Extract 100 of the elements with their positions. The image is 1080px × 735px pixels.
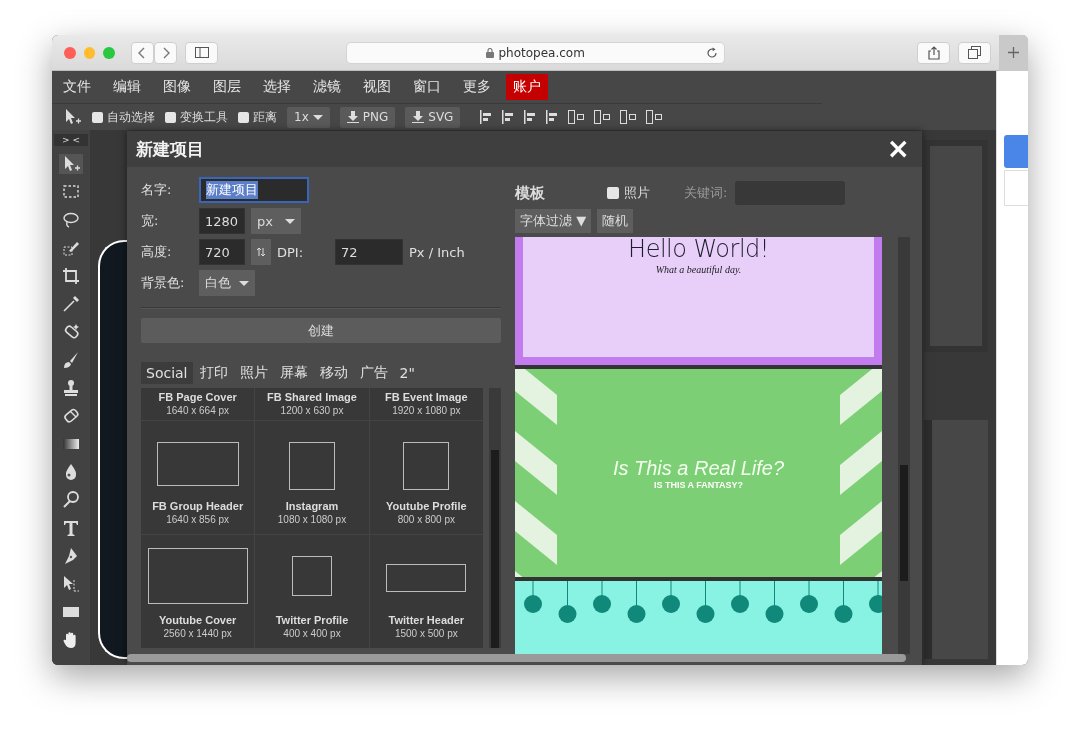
align-icon[interactable] <box>480 110 493 124</box>
preset-tile[interactable]: FB Shared Image 1200 x 630 px <box>255 388 369 420</box>
preset-tile[interactable]: FB Page Cover 1640 x 664 px <box>141 388 255 420</box>
vertical-scrollbar[interactable] <box>489 388 501 648</box>
preset-name: Twitter Profile <box>275 614 349 626</box>
font-filter-button[interactable]: 字体过滤 ▼ <box>515 209 592 233</box>
menu-item[interactable]: 滤镜 <box>306 74 348 100</box>
tabs-button[interactable] <box>958 41 991 64</box>
field-label: 背景色: <box>141 274 186 292</box>
category-tab[interactable]: 广告 <box>354 361 393 385</box>
dodge-tool-icon <box>61 490 81 510</box>
random-button[interactable]: 随机 <box>597 209 634 233</box>
share-icon <box>927 45 940 60</box>
preset-name: FB Group Header <box>152 500 244 512</box>
share-button[interactable] <box>917 41 951 64</box>
category-tab[interactable]: 照片 <box>234 361 273 385</box>
menu-item[interactable]: 编辑 <box>106 74 148 100</box>
category-tab[interactable]: 打印 <box>194 361 233 385</box>
url-text: photopea.com <box>498 45 585 60</box>
distribute-icon[interactable] <box>594 110 611 124</box>
create-button[interactable]: 创建 <box>141 318 501 343</box>
preset-size: 1080 x 1080 px <box>277 514 347 525</box>
preset-size: 1640 x 664 px <box>166 405 230 416</box>
unit-label: Px / Inch <box>409 244 465 260</box>
plus-icon <box>1008 47 1019 58</box>
unit-dropdown[interactable]: px <box>251 208 301 234</box>
download-icon <box>412 111 425 123</box>
category-tab[interactable]: 移动 <box>314 361 353 385</box>
preset-tile[interactable]: Twitter Profile 400 x 400 px <box>255 535 369 648</box>
zoom-dropdown[interactable]: 1x <box>287 106 330 128</box>
field-label: 名字: <box>141 181 173 199</box>
template-subtitle: IS THIS A FANTASY? <box>653 479 744 490</box>
close-button[interactable]: × <box>882 135 914 163</box>
chevron-left-icon <box>138 46 147 59</box>
category-tab[interactable]: Social <box>141 362 193 384</box>
preset-tile[interactable]: FB Group Header 1640 x 856 px <box>141 421 255 534</box>
template-card[interactable]: Hello World! What a beautiful day. <box>515 237 883 365</box>
path-select-tool-icon <box>61 574 81 594</box>
preset-size: 1200 x 630 px <box>280 405 344 416</box>
align-icon[interactable] <box>546 110 559 124</box>
dpi-input[interactable]: 72 <box>335 239 403 265</box>
category-tab[interactable]: 2" <box>394 362 420 384</box>
toolbar-checkbox[interactable]: 距离 <box>238 108 277 126</box>
preset-preview <box>292 556 332 596</box>
dialog-title: 新建项目 <box>136 137 204 161</box>
lasso-tool-icon <box>61 210 81 230</box>
menu-item[interactable]: 选择 <box>256 74 298 100</box>
align-icon[interactable] <box>524 110 537 124</box>
height-input[interactable]: 720 <box>199 239 245 265</box>
template-title: Hello World! <box>628 237 769 263</box>
preset-size: 1920 x 1080 px <box>392 405 461 416</box>
menu-item[interactable]: 视图 <box>356 74 398 100</box>
menu-item[interactable]: 账户 <box>506 74 548 100</box>
vertical-scrollbar[interactable] <box>898 237 910 654</box>
horizontal-scrollbar[interactable] <box>127 654 906 662</box>
name-input[interactable]: 新建项目 <box>199 177 309 203</box>
preset-name: Youtube Profile <box>386 500 467 512</box>
menu-item[interactable]: 更多 <box>456 74 498 100</box>
preset-name: Instagram <box>285 500 339 512</box>
address-bar[interactable]: photopea.com <box>346 41 726 64</box>
preset-tile[interactable]: Youtube Profile 800 x 800 px <box>369 421 483 534</box>
preset-name: FB Shared Image <box>267 391 357 403</box>
keyword-label: 关键词: <box>684 184 728 202</box>
export-button[interactable]: PNG <box>339 106 396 128</box>
preset-tile[interactable]: Youtube Cover 2560 x 1440 px <box>141 535 255 648</box>
photo-checkbox[interactable]: 照片 <box>607 184 650 202</box>
template-card[interactable] <box>515 581 883 654</box>
chevron-right-icon <box>161 46 170 59</box>
type-tool-icon <box>61 518 81 538</box>
section-title: 模板 <box>515 183 546 203</box>
align-icon[interactable] <box>502 110 515 124</box>
category-tab[interactable]: 屏幕 <box>274 361 313 385</box>
preset-size: 1640 x 856 px <box>166 514 230 525</box>
eraser-tool-icon <box>61 406 81 426</box>
width-input[interactable]: 1280 <box>199 208 245 234</box>
export-button[interactable]: SVG <box>405 106 461 128</box>
preset-tile[interactable]: Instagram 1080 x 1080 px <box>255 421 369 534</box>
menu-item[interactable]: 图像 <box>156 74 198 100</box>
distribute-icon[interactable] <box>620 110 637 124</box>
preset-name: Youtube Cover <box>158 614 237 626</box>
lock-icon <box>486 47 495 58</box>
field-label: 宽: <box>141 212 160 230</box>
move-tool-button[interactable] <box>59 154 83 174</box>
toolbar-checkbox[interactable]: 变换工具 <box>165 108 228 126</box>
menu-item[interactable]: 窗口 <box>406 74 448 100</box>
stamp-tool-icon <box>61 378 81 398</box>
sidebar-button[interactable] <box>185 41 219 64</box>
reload-icon[interactable] <box>706 46 719 59</box>
preset-tile[interactable]: Twitter Header 1500 x 500 px <box>369 535 483 648</box>
preset-tile[interactable]: FB Event Image 1920 x 1080 px <box>369 388 483 420</box>
distribute-icon[interactable] <box>646 110 663 124</box>
collapse-toggle[interactable]: > < <box>54 134 88 146</box>
download-icon <box>346 111 359 123</box>
distribute-icon[interactable] <box>568 110 585 124</box>
background-dropdown[interactable]: 白色 <box>199 270 255 296</box>
menu-item[interactable]: 文件 <box>56 74 98 100</box>
preset-size: 1500 x 500 px <box>394 628 458 639</box>
menu-item[interactable]: 图层 <box>206 74 248 100</box>
eyedropper-tool-icon <box>61 294 81 314</box>
toolbar-checkbox[interactable]: 自动选择 <box>92 108 155 126</box>
